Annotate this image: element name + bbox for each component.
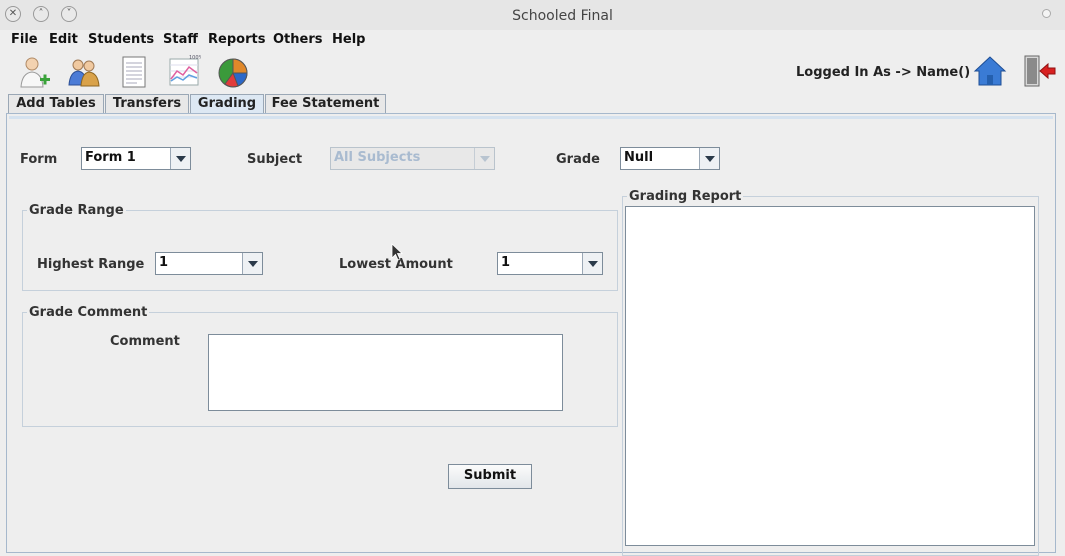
window-title: Schooled Final <box>512 8 613 24</box>
tab-grading[interactable]: Grading <box>190 94 264 114</box>
form-select[interactable]: Form 1 <box>81 147 191 170</box>
menu-bar: File Edit Students Staff Reports Others … <box>0 30 1065 51</box>
logged-in-status: Logged In As -> Name() <box>796 65 971 80</box>
grading-report-area[interactable] <box>625 206 1035 546</box>
grade-label: Grade <box>556 152 600 167</box>
tab-fee-statement[interactable]: Fee Statement <box>265 94 386 113</box>
app-window: ✕ ˄ ˅ Schooled Final File Edit Students … <box>0 0 1065 556</box>
chevron-down-icon <box>699 148 719 169</box>
chevron-down-icon <box>582 253 602 274</box>
grade-range-group: Grade Range <box>22 203 618 291</box>
comment-textarea[interactable] <box>208 334 563 411</box>
submit-button[interactable]: Submit <box>448 464 532 489</box>
lowest-amount-select[interactable]: 1 <box>497 252 603 275</box>
users-icon[interactable] <box>67 55 101 89</box>
chevron-down-icon <box>474 148 494 169</box>
form-select-value: Form 1 <box>85 150 136 165</box>
chart-icon[interactable]: 100% <box>167 55 201 89</box>
subject-select-value: All Subjects <box>334 150 421 165</box>
title-bar: ✕ ˄ ˅ Schooled Final <box>0 0 1065 30</box>
tab-transfers[interactable]: Transfers <box>105 94 189 113</box>
menu-staff[interactable]: Staff <box>163 32 198 47</box>
lowest-amount-value: 1 <box>501 255 511 270</box>
comment-label: Comment <box>110 334 180 349</box>
menu-file[interactable]: File <box>11 32 38 47</box>
tab-add-tables[interactable]: Add Tables <box>8 94 104 113</box>
highest-range-select[interactable]: 1 <box>155 252 263 275</box>
grade-comment-title: Grade Comment <box>27 305 150 320</box>
menu-edit[interactable]: Edit <box>49 32 78 47</box>
pie-chart-icon[interactable] <box>216 55 250 89</box>
mouse-cursor-icon <box>391 243 403 261</box>
highest-range-value: 1 <box>159 255 169 270</box>
menu-students[interactable]: Students <box>88 32 154 47</box>
home-icon[interactable] <box>973 55 1007 87</box>
grade-range-title: Grade Range <box>27 203 126 218</box>
grade-select-value: Null <box>624 150 654 165</box>
menu-help[interactable]: Help <box>332 32 365 47</box>
logout-icon[interactable] <box>1022 55 1056 87</box>
grading-report-title: Grading Report <box>627 189 744 204</box>
chevron-down-icon <box>242 253 262 274</box>
toolbar: 100% Logged In As -> Name() <box>0 51 1065 93</box>
subject-label: Subject <box>247 152 303 167</box>
add-user-icon[interactable] <box>17 55 51 89</box>
grade-select[interactable]: Null <box>620 147 720 170</box>
window-menu-button[interactable] <box>1042 9 1051 18</box>
form-label: Form <box>20 152 58 167</box>
subject-select: All Subjects <box>330 147 495 170</box>
menu-reports[interactable]: Reports <box>208 32 265 47</box>
menu-others[interactable]: Others <box>273 32 323 47</box>
highest-range-label: Highest Range <box>37 257 145 272</box>
svg-text:100%: 100% <box>189 55 201 61</box>
chevron-down-icon <box>170 148 190 169</box>
document-icon[interactable] <box>117 55 151 89</box>
